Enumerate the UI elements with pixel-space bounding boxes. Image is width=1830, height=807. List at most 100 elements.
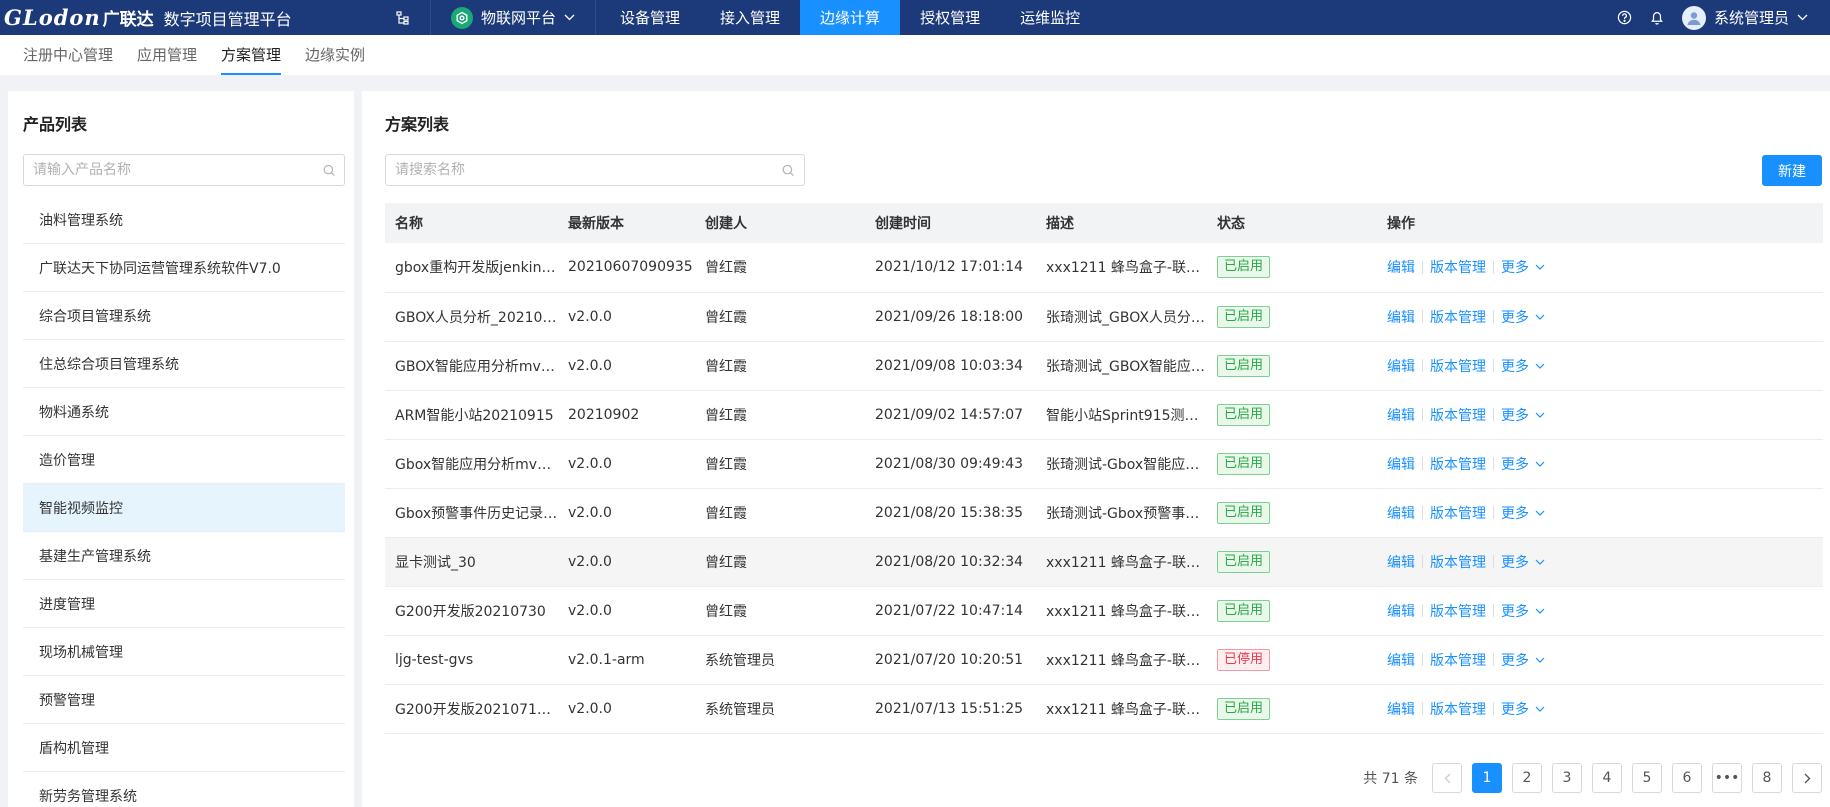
- org-tree-icon[interactable]: [376, 0, 430, 35]
- product-search: [23, 154, 345, 186]
- page-button[interactable]: 4: [1592, 763, 1622, 793]
- page-button[interactable]: 1: [1472, 763, 1502, 793]
- chevron-down-icon: [564, 14, 575, 21]
- edit-link[interactable]: 编辑: [1387, 454, 1415, 474]
- user-menu[interactable]: 系统管理员: [1681, 5, 1808, 30]
- product-list-item[interactable]: 住总综合项目管理系统: [23, 340, 345, 388]
- more-dropdown[interactable]: 更多: [1501, 405, 1545, 425]
- page-ellipsis[interactable]: •••: [1712, 763, 1742, 793]
- page-button[interactable]: 2: [1512, 763, 1542, 793]
- edit-link[interactable]: 编辑: [1387, 405, 1415, 425]
- new-scheme-button[interactable]: 新建: [1762, 155, 1822, 186]
- table-row[interactable]: gbox重构开发版jenkinshost20210607090935曾红霞202…: [385, 243, 1823, 293]
- nav-item[interactable]: 授权管理: [900, 0, 1000, 35]
- more-dropdown[interactable]: 更多: [1501, 454, 1545, 474]
- product-list-item[interactable]: 预警管理: [23, 676, 345, 724]
- page-button[interactable]: 3: [1552, 763, 1582, 793]
- product-list-item[interactable]: 广联达天下协同运营管理系统软件V7.0: [23, 244, 345, 292]
- next-page-button[interactable]: [1792, 763, 1822, 793]
- help-icon[interactable]: [1617, 10, 1632, 25]
- nav-item[interactable]: 接入管理: [700, 0, 800, 35]
- product-list-item[interactable]: 现场机械管理: [23, 628, 345, 676]
- table-row[interactable]: Gbox智能应用分析mvp1_0830v2.0.0曾红霞2021/08/30 0…: [385, 439, 1823, 489]
- chevron-down-icon: [1535, 314, 1545, 320]
- version-manage-link[interactable]: 版本管理: [1430, 405, 1486, 425]
- page-button[interactable]: 5: [1632, 763, 1662, 793]
- product-list-item[interactable]: 物料通系统: [23, 388, 345, 436]
- more-dropdown[interactable]: 更多: [1501, 699, 1545, 719]
- version-manage-link[interactable]: 版本管理: [1430, 307, 1486, 327]
- cell-creator: 系统管理员: [695, 684, 865, 734]
- more-dropdown[interactable]: 更多: [1501, 601, 1545, 621]
- chevron-down-icon: [1535, 608, 1545, 614]
- product-list-item[interactable]: 基建生产管理系统: [23, 532, 345, 580]
- more-dropdown[interactable]: 更多: [1501, 503, 1545, 523]
- more-dropdown[interactable]: 更多: [1501, 552, 1545, 572]
- version-manage-link[interactable]: 版本管理: [1430, 552, 1486, 572]
- table-row[interactable]: GBOX人员分析_20210930 v2.0.0 曾红霞 2021/09/26 18:…: [385, 292, 1823, 342]
- scheme-search-input[interactable]: [395, 162, 783, 178]
- version-manage-link[interactable]: 版本管理: [1430, 650, 1486, 670]
- cell-name: ljg-test-gvs: [385, 635, 558, 685]
- row-actions: 编辑 版本管理 更多: [1387, 503, 1823, 523]
- more-dropdown[interactable]: 更多: [1501, 257, 1545, 277]
- nav-item[interactable]: 边缘计算: [800, 0, 901, 35]
- edit-link[interactable]: 编辑: [1387, 257, 1415, 277]
- version-manage-link[interactable]: 版本管理: [1430, 503, 1486, 523]
- edit-link[interactable]: 编辑: [1387, 650, 1415, 670]
- product-list-item[interactable]: 盾构机管理: [23, 724, 345, 772]
- product-list-item[interactable]: 新劳务管理系统: [23, 772, 345, 807]
- version-manage-link[interactable]: 版本管理: [1430, 454, 1486, 474]
- more-dropdown[interactable]: 更多: [1501, 307, 1545, 327]
- edit-link[interactable]: 编辑: [1387, 307, 1415, 327]
- page-button[interactable]: 8: [1752, 763, 1782, 793]
- divider: [1493, 260, 1494, 274]
- bell-icon[interactable]: [1650, 10, 1664, 25]
- product-list-item[interactable]: 油料管理系统: [23, 196, 345, 244]
- prev-page-button[interactable]: [1432, 763, 1462, 793]
- status-badge: 已启用: [1217, 501, 1271, 524]
- product-panel-title: 产品列表: [23, 115, 88, 134]
- sub-nav-tab[interactable]: 应用管理: [137, 35, 197, 75]
- table-row[interactable]: G200开发版20210730 v2.0.0 曾红霞 2021/07/22 10:47…: [385, 586, 1823, 636]
- table-row[interactable]: Gbox预警事件历史记录分析 v2.0.0 曾红霞 2021/08/20 15:38:…: [385, 488, 1823, 538]
- version-manage-link[interactable]: 版本管理: [1430, 601, 1486, 621]
- version-manage-link[interactable]: 版本管理: [1430, 356, 1486, 376]
- product-search-input[interactable]: [33, 162, 323, 178]
- product-list-item[interactable]: 进度管理: [23, 580, 345, 628]
- cell-status: 已启用: [1207, 292, 1377, 342]
- edit-link[interactable]: 编辑: [1387, 601, 1415, 621]
- chevron-down-icon: [1535, 363, 1545, 369]
- table-row[interactable]: ARM智能小站20210915 20210902 曾红霞 2021/09/02 14:…: [385, 390, 1823, 440]
- page-button[interactable]: 6: [1672, 763, 1702, 793]
- sub-nav-tab[interactable]: 注册中心管理: [23, 35, 113, 75]
- more-dropdown[interactable]: 更多: [1501, 356, 1545, 376]
- product-list-item[interactable]: 综合项目管理系统: [23, 292, 345, 340]
- cell-created: 2021/08/30 09:49:43: [865, 439, 1036, 489]
- table-row[interactable]: ljg-test-gvs v2.0.1-arm 系统管理员 2021/07/20 10…: [385, 635, 1823, 685]
- version-manage-link[interactable]: 版本管理: [1430, 699, 1486, 719]
- edit-link[interactable]: 编辑: [1387, 699, 1415, 719]
- product-list-item[interactable]: 智能视频监控: [23, 484, 345, 532]
- version-manage-link[interactable]: 版本管理: [1430, 257, 1486, 277]
- search-icon[interactable]: [782, 164, 795, 177]
- cell-creator: 曾红霞: [695, 537, 865, 587]
- cell-name: G200开发版20210730: [385, 586, 558, 636]
- cell-version: v2.0.0: [558, 341, 695, 391]
- edit-link[interactable]: 编辑: [1387, 356, 1415, 376]
- edit-link[interactable]: 编辑: [1387, 503, 1415, 523]
- product-list-item[interactable]: 造价管理: [23, 436, 345, 484]
- table-row[interactable]: 显卡测试_30 v2.0.0 曾红霞 2021/08/20 10:32:34 xxx12…: [385, 537, 1823, 587]
- sub-nav-tab[interactable]: 边缘实例: [305, 35, 365, 75]
- nav-item[interactable]: 运维监控: [1000, 0, 1100, 35]
- table-row[interactable]: GBOX智能应用分析mvp2_0908v2.0.0曾红霞2021/09/08 1…: [385, 341, 1823, 391]
- table-row[interactable]: G200开发版20210715-agentv2.0.0系统管理员2021/07/…: [385, 684, 1823, 734]
- sub-nav-tab[interactable]: 方案管理: [221, 35, 282, 75]
- status-badge: 已启用: [1217, 256, 1271, 279]
- more-dropdown[interactable]: 更多: [1501, 650, 1545, 670]
- nav-item[interactable]: 设备管理: [600, 0, 700, 35]
- platform-switcher[interactable]: 物联网平台: [431, 0, 595, 35]
- search-icon[interactable]: [323, 164, 335, 177]
- edit-link[interactable]: 编辑: [1387, 552, 1415, 572]
- cell-version: 20210607090935: [558, 243, 695, 293]
